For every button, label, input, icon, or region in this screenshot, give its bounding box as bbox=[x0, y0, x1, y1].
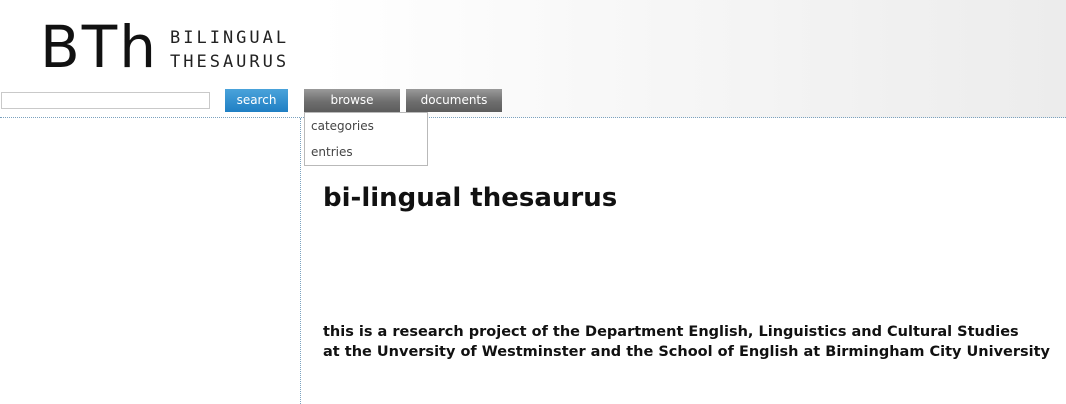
project-description-line-2: at the Unversity of Westminster and the … bbox=[323, 344, 1051, 360]
logo-text-line-1: BILINGUAL bbox=[170, 28, 290, 48]
sidebar-divider bbox=[300, 118, 301, 404]
browse-menu-item-categories[interactable]: categories bbox=[311, 119, 374, 133]
site-logo[interactable]: BTh bbox=[40, 14, 158, 80]
page-title: bi-lingual thesaurus bbox=[323, 183, 618, 213]
project-description-line-1: this is a research project of the Depart… bbox=[323, 324, 1019, 340]
site-logo-text: BILINGUAL THESAURUS bbox=[170, 26, 289, 74]
search-button[interactable]: search bbox=[225, 89, 288, 112]
nav-documents-button[interactable]: documents bbox=[406, 89, 502, 112]
header-divider bbox=[0, 117, 1066, 118]
browse-dropdown-menu: categories entries bbox=[304, 112, 428, 166]
site-header: BTh BILINGUAL THESAURUS search browse do… bbox=[0, 0, 1066, 118]
logo-text-line-2: THESAURUS bbox=[170, 52, 290, 72]
nav-browse-button[interactable]: browse bbox=[304, 89, 400, 112]
project-description: this is a research project of the Depart… bbox=[323, 322, 1050, 362]
search-input[interactable] bbox=[1, 92, 210, 109]
browse-menu-item-entries[interactable]: entries bbox=[311, 145, 353, 159]
